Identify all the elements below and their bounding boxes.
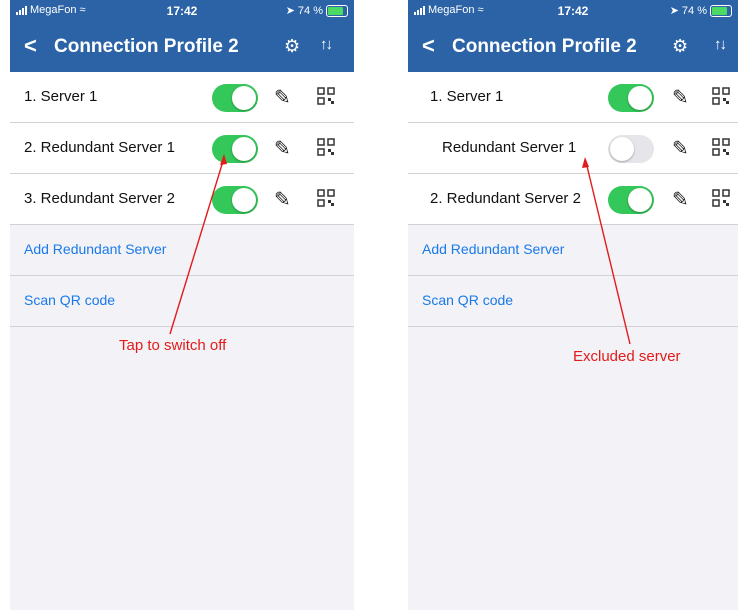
annotation-arrow (169, 154, 227, 335)
annotation-arrow (582, 157, 631, 345)
phone-screen-right: MegaFon ≈ 17:42 ➤ 74 % < Connection Prof… (408, 0, 738, 610)
phone-screen-left: MegaFon ≈ 17:42 ➤ 74 % < Connection Prof… (10, 0, 354, 610)
